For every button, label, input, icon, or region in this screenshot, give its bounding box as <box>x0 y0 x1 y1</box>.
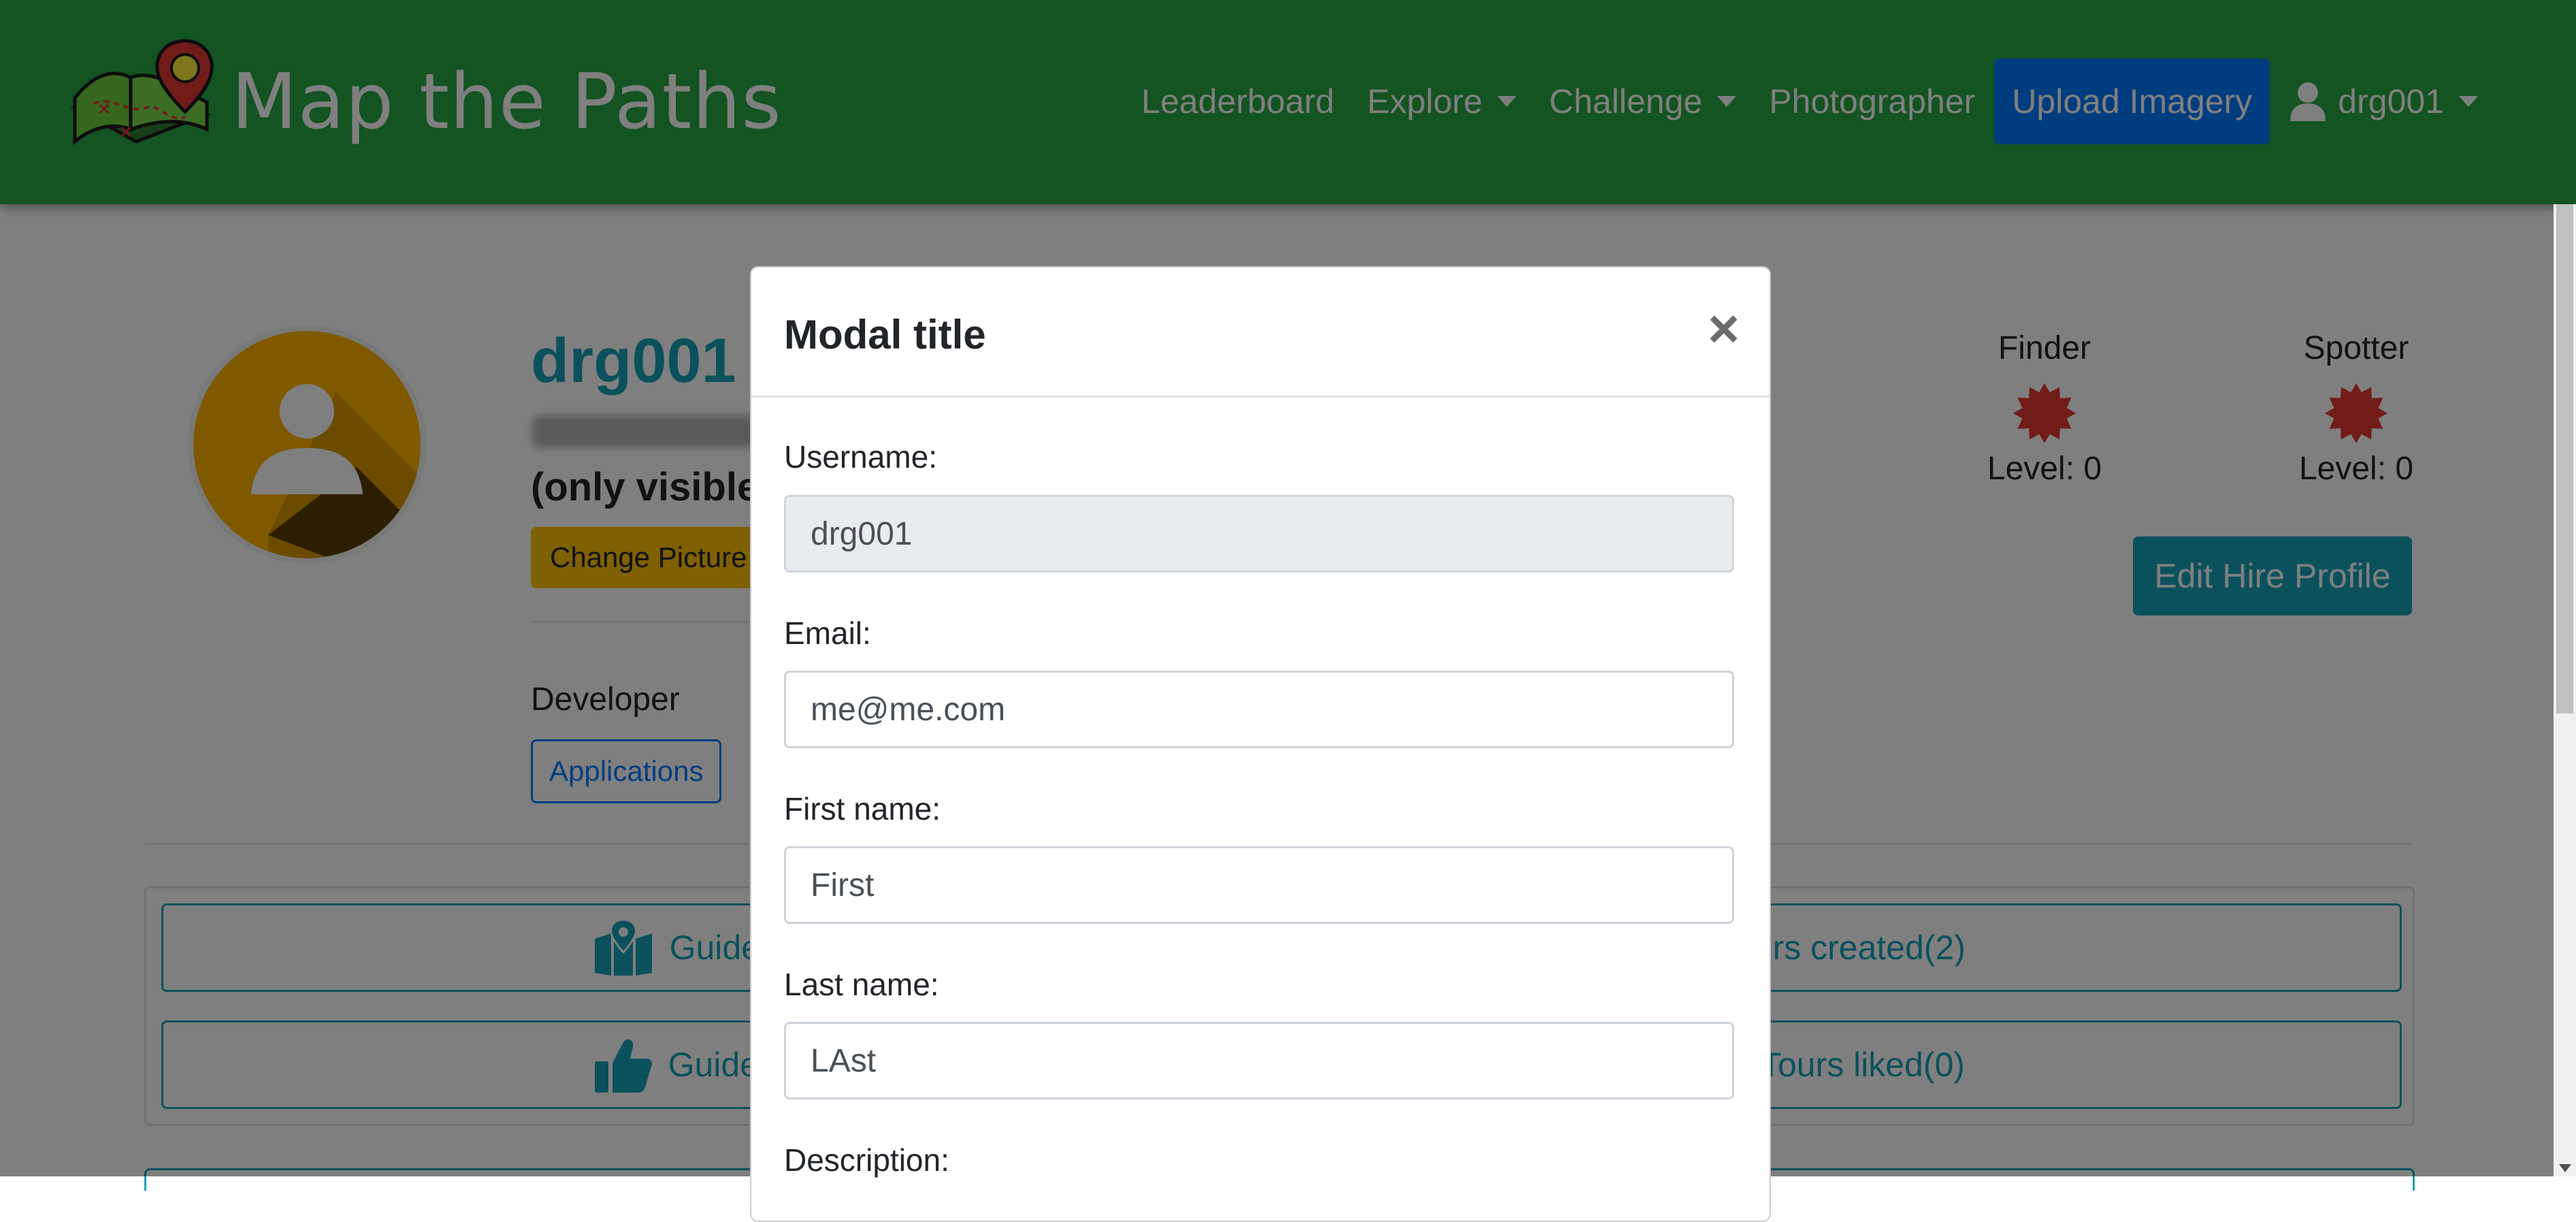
username-label: Username: <box>784 439 937 475</box>
page-scrollbar[interactable] <box>2554 204 2576 1176</box>
first-name-label: First name: <box>784 791 941 826</box>
scroll-down-arrow-icon[interactable] <box>2559 1164 2571 1172</box>
first-name-field[interactable] <box>784 846 1734 924</box>
last-name-label: Last name: <box>784 967 939 1002</box>
scrollbar-thumb[interactable] <box>2556 204 2573 713</box>
username-field[interactable] <box>784 495 1734 573</box>
email-label: Email: <box>784 615 871 651</box>
modal-header: Modal title × <box>751 268 1770 398</box>
email-field[interactable] <box>784 671 1734 748</box>
last-name-field[interactable] <box>784 1022 1734 1099</box>
modal-title: Modal title <box>784 312 986 357</box>
description-label: Description: <box>784 1142 949 1178</box>
edit-profile-modal: Modal title × Username: Email: First nam… <box>750 266 1771 1222</box>
close-icon[interactable]: × <box>1708 302 1740 356</box>
